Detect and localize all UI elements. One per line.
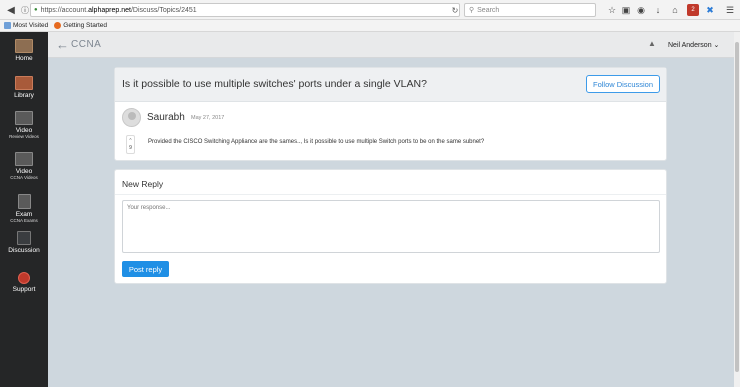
extension-icon[interactable]: 2	[687, 4, 699, 16]
search-icon: ⚲	[469, 7, 475, 14]
vote-counter[interactable]: ⌃ 9	[126, 135, 135, 154]
url-host: alphaprep.net	[88, 6, 131, 14]
bookmark-star-icon[interactable]: ☆	[606, 4, 618, 16]
sidebar-item-discussion[interactable]: Discussion	[0, 231, 48, 254]
firefox-icon	[54, 22, 62, 29]
home-browser-icon[interactable]: ⌂	[669, 4, 681, 16]
browser-search-input[interactable]: ⚲ Search	[464, 3, 596, 17]
reply-input[interactable]	[122, 200, 660, 253]
url-bar[interactable]: ● https://account. alphaprep.net/Discuss/…	[30, 3, 460, 17]
search-placeholder: Search	[477, 6, 500, 14]
browser-toolbar: ◀ ⓘ ● https://account. alphaprep.net/Disc…	[0, 0, 740, 20]
sidebar-item-sublabel: Review Videos	[9, 134, 39, 139]
user-menu[interactable]: Neil Anderson ⌄	[668, 41, 719, 49]
sidebar-item-ccna-videos[interactable]: Video CCNA Videos	[0, 152, 48, 180]
lock-icon: ●	[34, 7, 38, 13]
exam-icon	[17, 194, 31, 209]
sidebar-item-label: Discussion	[8, 247, 40, 254]
post-date: May 27, 2017	[191, 115, 225, 121]
author-name[interactable]: Saurabh	[147, 112, 185, 123]
divider	[115, 194, 666, 195]
menu-icon[interactable]: ☰	[724, 4, 736, 16]
course-title: CCNA	[71, 39, 102, 50]
reading-list-icon[interactable]: ▣	[620, 4, 632, 16]
addon-icon[interactable]: ✖	[704, 4, 716, 16]
question-title: Is it possible to use multiple switches'…	[122, 78, 427, 90]
sidebar: Home Library Video Review Videos Video C…	[0, 32, 48, 387]
sidebar-item-label: Home	[15, 55, 33, 62]
sidebar-item-label: Library	[14, 92, 34, 99]
download-icon[interactable]: ↓	[652, 4, 664, 16]
discussion-icon	[17, 231, 31, 245]
post-reply-button[interactable]: Post reply	[122, 261, 169, 277]
sidebar-item-label: Support	[12, 286, 36, 293]
bookmarks-bar: Most Visited Getting Started	[0, 20, 740, 32]
bookmark-label: Most Visited	[13, 22, 49, 29]
home-icon	[15, 39, 33, 53]
bell-icon[interactable]: ▲	[648, 39, 656, 48]
sidebar-item-sublabel: CCNA Exams	[10, 218, 38, 223]
question-header: Is it possible to use multiple switches'…	[115, 68, 666, 102]
url-path: /Discuss/Topics/2451	[130, 6, 197, 14]
back-arrow-icon[interactable]: ←	[56, 37, 69, 52]
video-icon	[15, 111, 33, 125]
question-body: Provided the CISCO Switching Appliance a…	[148, 139, 485, 145]
sidebar-item-ccna-exams[interactable]: Exam CCNA Exams	[0, 194, 48, 223]
scroll-thumb[interactable]	[735, 42, 739, 372]
upvote-icon[interactable]: ⌃	[128, 138, 132, 145]
sidebar-item-home[interactable]: Home	[0, 39, 48, 62]
reply-card: New Reply Post reply	[114, 169, 667, 284]
support-icon	[18, 272, 30, 284]
sidebar-item-support[interactable]: Support	[0, 272, 48, 293]
sidebar-item-review-videos[interactable]: Video Review Videos	[0, 111, 48, 139]
library-icon	[15, 76, 33, 90]
bookmark-getting-started[interactable]: Getting Started	[54, 22, 107, 29]
bookmark-most-visited[interactable]: Most Visited	[4, 22, 48, 29]
app-header: ← CCNA ▲ Neil Anderson ⌄	[48, 32, 734, 58]
pocket-icon[interactable]: ◉	[635, 4, 647, 16]
reload-icon[interactable]: ↻	[449, 3, 461, 17]
follow-discussion-button[interactable]: Follow Discussion	[586, 75, 660, 93]
folder-icon	[4, 22, 11, 29]
question-card: Is it possible to use multiple switches'…	[114, 67, 667, 161]
reply-title: New Reply	[122, 179, 164, 189]
url-prefix: https://account.	[40, 6, 89, 14]
vote-count: 9	[129, 144, 132, 151]
sidebar-item-label: Video	[15, 127, 33, 134]
sidebar-item-library[interactable]: Library	[0, 76, 48, 99]
scrollbar[interactable]	[734, 32, 740, 387]
avatar	[122, 108, 141, 127]
chevron-down-icon: ⌄	[713, 42, 720, 49]
bookmark-label: Getting Started	[63, 22, 108, 29]
sidebar-item-sublabel: CCNA Videos	[10, 175, 38, 180]
sidebar-item-label: Exam	[15, 211, 33, 218]
video-icon	[15, 152, 33, 166]
sidebar-item-label: Video	[15, 168, 33, 175]
user-name: Neil Anderson	[668, 42, 712, 49]
